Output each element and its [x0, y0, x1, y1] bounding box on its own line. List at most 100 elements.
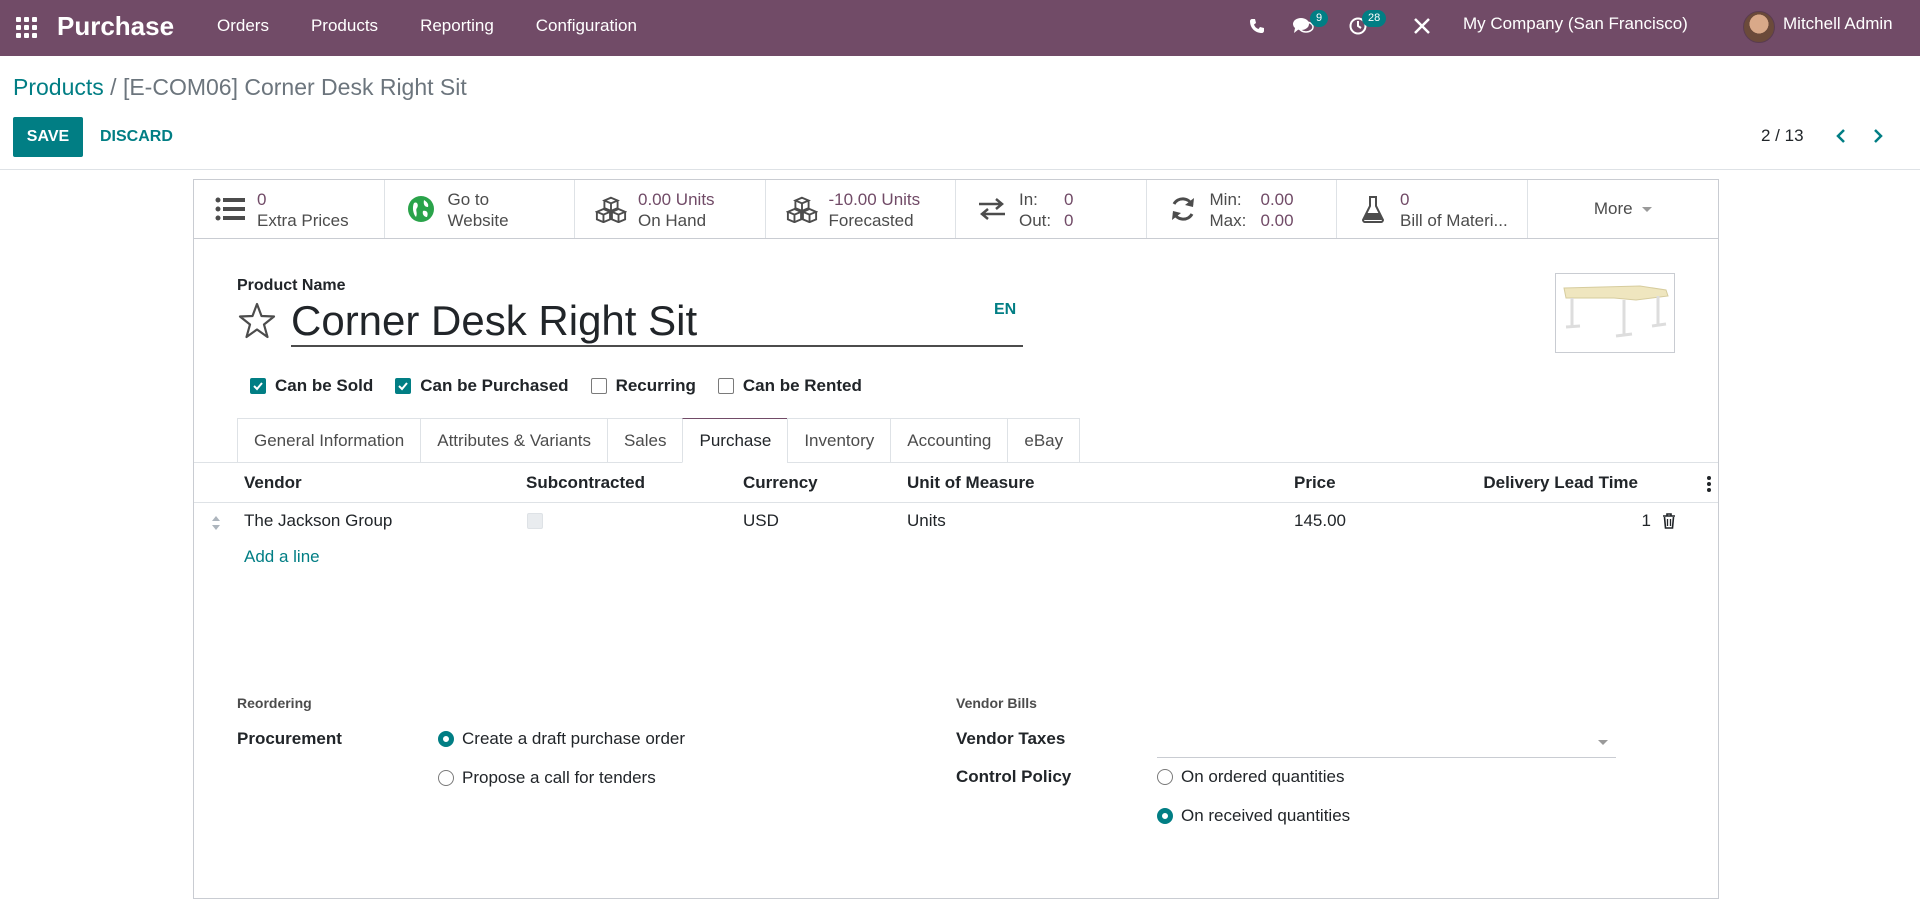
favorite-star-icon[interactable]: [237, 301, 277, 341]
top-navbar: Purchase Orders Products Reporting Confi…: [0, 0, 1920, 56]
recurring-label: Recurring: [615, 376, 696, 395]
on-hand-quantity: 0.00 Units: [638, 190, 715, 209]
add-a-line-link[interactable]: Add a line: [244, 547, 320, 567]
uom-cell[interactable]: Units: [907, 511, 946, 531]
pager-previous-button[interactable]: [1829, 122, 1853, 150]
vendor-table-header: Vendor Subcontracted Currency Unit of Me…: [194, 463, 1718, 503]
drag-handle-icon[interactable]: [211, 515, 221, 531]
can-be-purchased-checkbox[interactable]: [395, 378, 412, 394]
currency-cell[interactable]: USD: [743, 511, 779, 531]
optional-columns-icon[interactable]: [1707, 476, 1711, 492]
breadcrumb-products-link[interactable]: Products: [13, 74, 104, 100]
column-unit-of-measure[interactable]: Unit of Measure: [907, 473, 1035, 493]
out-value: 0: [1064, 211, 1074, 230]
procurement-option-label: Propose a call for tenders: [462, 768, 656, 787]
column-currency[interactable]: Currency: [743, 473, 818, 493]
reordering-rules-button[interactable]: Min: 0.00 Max: 0.00: [1147, 180, 1337, 238]
menu-reporting[interactable]: Reporting: [399, 0, 515, 56]
can-be-purchased-option[interactable]: Can be Purchased: [395, 376, 569, 396]
vendor-cell[interactable]: The Jackson Group: [244, 511, 392, 531]
tab-inventory[interactable]: Inventory: [787, 418, 891, 463]
globe-icon: [407, 196, 434, 222]
go-to-website-button[interactable]: Go to Website: [385, 180, 575, 238]
pager-next-button[interactable]: [1866, 122, 1890, 150]
menu-configuration[interactable]: Configuration: [515, 0, 658, 56]
radio-selected[interactable]: [438, 731, 454, 747]
control-policy-ordered[interactable]: On ordered quantities: [1157, 767, 1345, 787]
product-name-input[interactable]: Corner Desk Right Sit: [291, 295, 1023, 347]
company-switcher[interactable]: My Company (San Francisco): [1463, 14, 1688, 34]
price-cell[interactable]: 145.00: [1294, 511, 1346, 531]
on-hand-button[interactable]: 0.00 Units On Hand: [575, 180, 766, 238]
max-label: Max:: [1209, 211, 1247, 230]
product-image[interactable]: [1555, 273, 1675, 353]
recurring-option[interactable]: Recurring: [590, 376, 696, 396]
table-row[interactable]: The Jackson Group USD Units 145.00 1: [194, 503, 1718, 539]
bill-of-materials-button[interactable]: 0 Bill of Materi...: [1337, 180, 1528, 238]
control-panel-divider: [0, 169, 1920, 170]
debug-tools-icon[interactable]: [1413, 17, 1431, 35]
product-name-label: Product Name: [237, 277, 346, 294]
product-options: Can be Sold Can be Purchased Recurring C…: [250, 376, 884, 396]
can-be-sold-option[interactable]: Can be Sold: [250, 376, 373, 396]
radio-unselected[interactable]: [1157, 769, 1173, 785]
pager-value[interactable]: 2 / 13: [1761, 126, 1804, 146]
control-policy-received[interactable]: On received quantities: [1157, 806, 1350, 826]
control-policy-option-label: On ordered quantities: [1181, 767, 1345, 786]
form-sheet: 0 Extra Prices Go to Website 0.00 Units …: [193, 179, 1719, 899]
can-be-rented-checkbox[interactable]: [717, 378, 734, 394]
save-button[interactable]: SAVE: [13, 117, 83, 157]
phone-icon[interactable]: [1249, 18, 1265, 34]
tab-sales[interactable]: Sales: [606, 418, 683, 463]
radio-selected[interactable]: [1157, 808, 1173, 824]
column-price[interactable]: Price: [1294, 473, 1336, 493]
column-subcontracted[interactable]: Subcontracted: [526, 473, 645, 493]
language-toggle[interactable]: EN: [994, 301, 1016, 319]
procurement-option-draft-po[interactable]: Create a draft purchase order: [438, 729, 685, 749]
tab-accounting[interactable]: Accounting: [890, 418, 1008, 463]
max-value: 0.00: [1260, 211, 1294, 230]
can-be-rented-option[interactable]: Can be Rented: [717, 376, 862, 396]
column-vendor[interactable]: Vendor: [244, 473, 302, 493]
min-value: 0.00: [1260, 190, 1294, 209]
recurring-checkbox[interactable]: [590, 378, 607, 394]
on-hand-label: On Hand: [638, 211, 707, 230]
caret-down-icon[interactable]: [1598, 740, 1608, 745]
can-be-purchased-label: Can be Purchased: [420, 376, 569, 395]
tab-ebay[interactable]: eBay: [1007, 418, 1081, 463]
tab-general-information[interactable]: General Information: [237, 418, 421, 463]
menu-products[interactable]: Products: [290, 0, 399, 56]
bom-label: Bill of Materi...: [1400, 211, 1508, 230]
tab-purchase[interactable]: Purchase: [682, 418, 788, 463]
can-be-sold-checkbox[interactable]: [250, 378, 266, 394]
cubes-icon: [595, 196, 627, 223]
user-avatar[interactable]: [1743, 11, 1775, 43]
can-be-sold-label: Can be Sold: [275, 376, 374, 395]
control-policy-option-label: On received quantities: [1181, 806, 1351, 825]
website-label: Website: [447, 211, 509, 230]
radio-unselected[interactable]: [438, 770, 454, 786]
procurement-label: Procurement: [237, 729, 342, 748]
lead-time-cell[interactable]: 1: [1642, 511, 1651, 531]
can-be-rented-label: Can be Rented: [742, 376, 862, 395]
user-menu[interactable]: Mitchell Admin: [1783, 14, 1893, 34]
app-name[interactable]: Purchase: [57, 11, 174, 42]
vendor-taxes-input[interactable]: [1157, 726, 1616, 758]
extra-prices-count: 0: [257, 190, 267, 209]
trash-icon[interactable]: [1662, 513, 1676, 529]
extra-prices-button[interactable]: 0 Extra Prices: [194, 180, 385, 238]
caret-down-icon: [1641, 206, 1652, 212]
bom-count: 0: [1400, 190, 1410, 209]
vendor-taxes-label: Vendor Taxes: [956, 729, 1066, 748]
tab-attributes-variants[interactable]: Attributes & Variants: [420, 418, 607, 463]
discard-button[interactable]: DISCARD: [100, 117, 173, 157]
checkmark-icon: [253, 382, 263, 391]
menu-orders[interactable]: Orders: [196, 0, 290, 56]
messages-badge: 9: [1310, 10, 1329, 27]
procurement-option-call-for-tenders[interactable]: Propose a call for tenders: [438, 768, 656, 788]
in-out-button[interactable]: In: 0 Out: 0: [956, 180, 1147, 238]
column-delivery-lead-time[interactable]: Delivery Lead Time: [1483, 473, 1638, 493]
apps-menu-icon[interactable]: [14, 15, 38, 39]
forecasted-button[interactable]: -10.00 Units Forecasted: [766, 180, 956, 238]
more-button[interactable]: More: [1528, 180, 1719, 238]
